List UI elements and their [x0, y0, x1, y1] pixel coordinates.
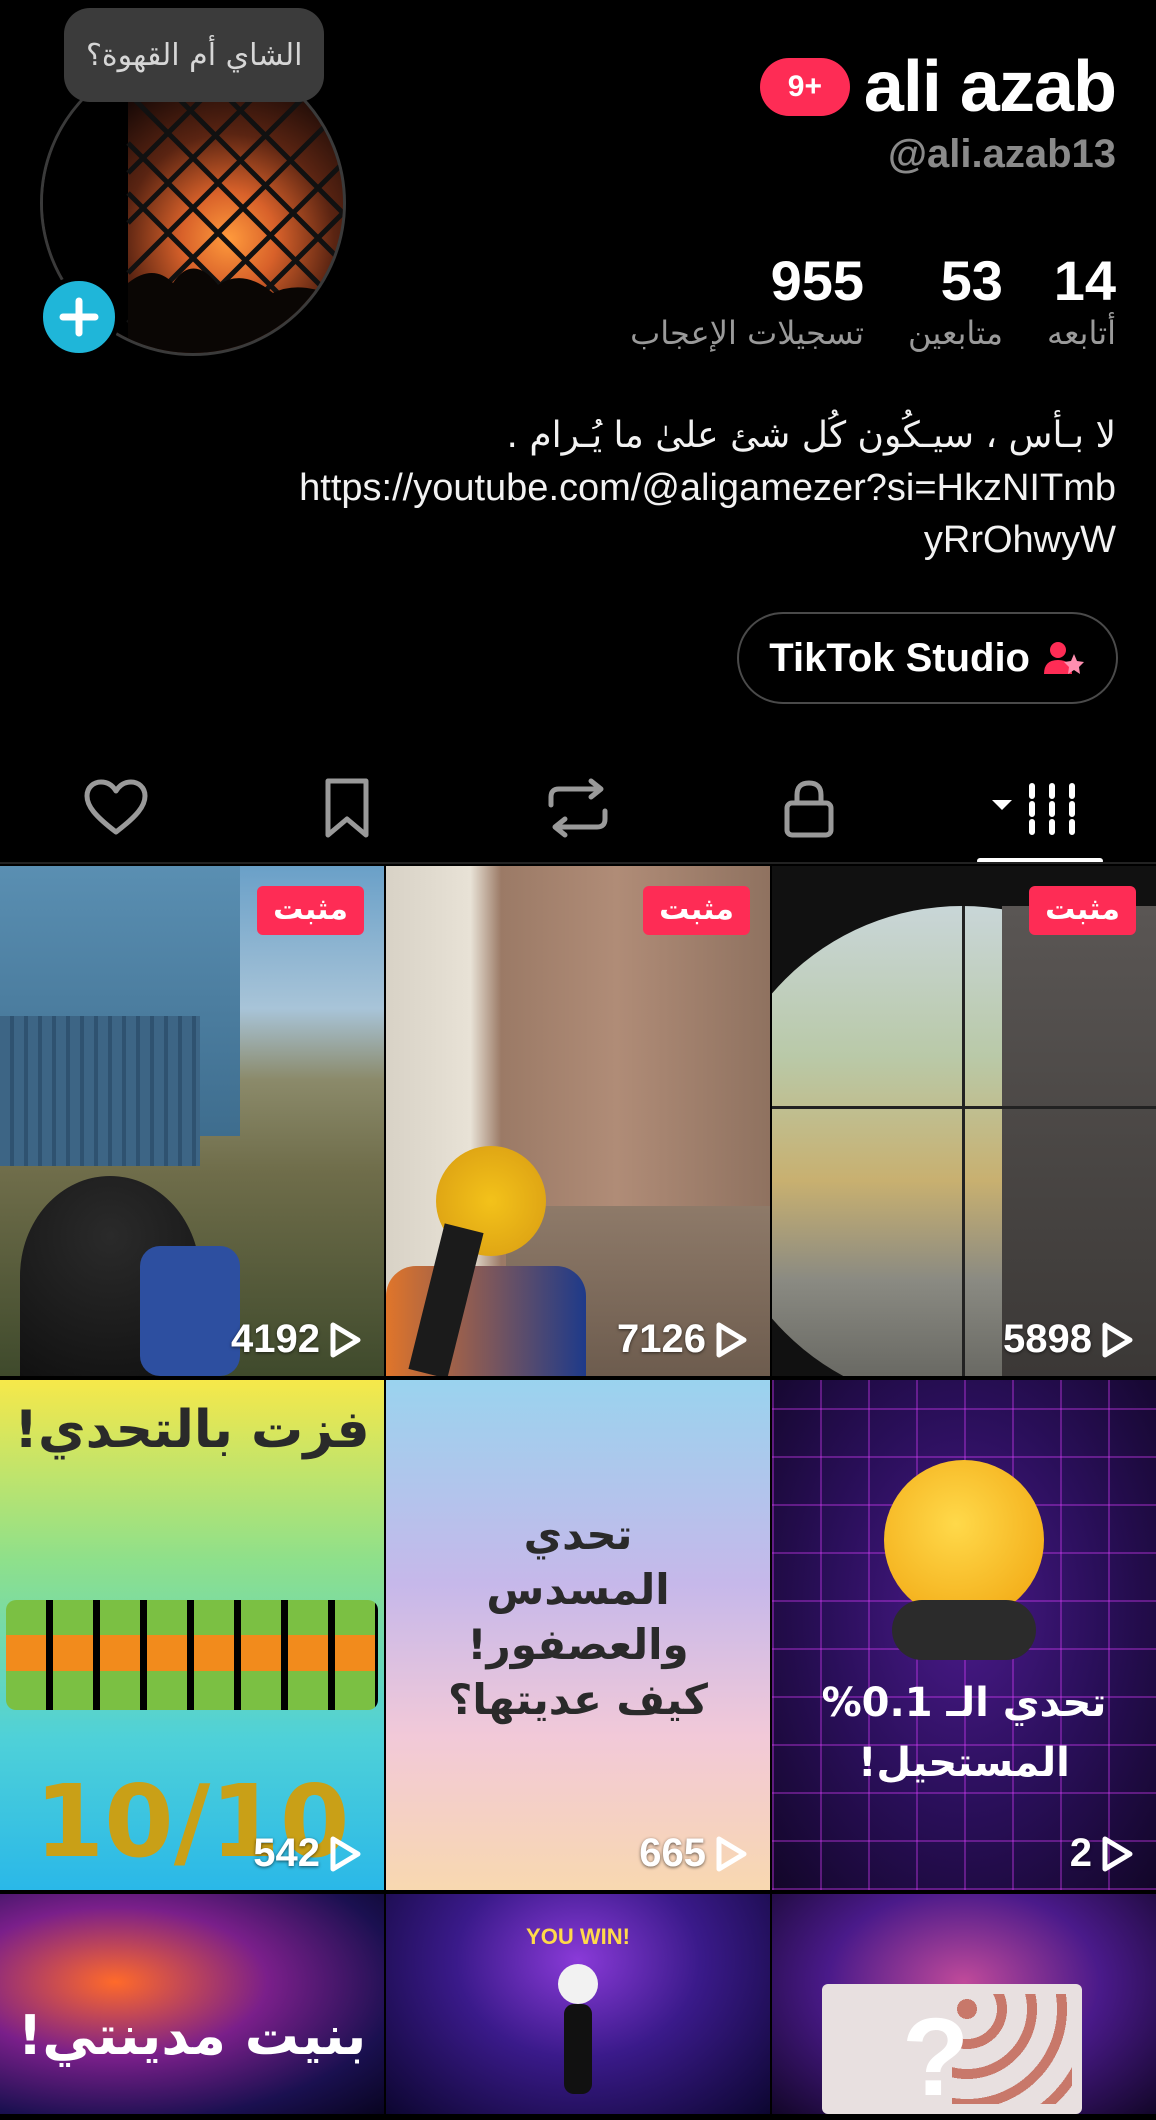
- view-count: 2: [1070, 1831, 1134, 1876]
- video-tile[interactable]: مثبت 4192: [0, 866, 384, 1376]
- video-tile[interactable]: بنيت مدينتي!: [0, 1894, 384, 2114]
- divider: [0, 862, 1156, 864]
- video-tile[interactable]: تحدي الـ 0.1% المستحيل! 2: [772, 1380, 1156, 1890]
- pinned-badge: مثبت: [643, 886, 750, 935]
- name-row: 9+ ali azab: [759, 46, 1117, 128]
- play-icon: [330, 1836, 361, 1871]
- pinned-badge: مثبت: [1029, 886, 1136, 935]
- thumbnail-title: ?: [902, 1996, 970, 2114]
- stat-label: أتابعه: [1046, 314, 1116, 352]
- username: @ali.azab13: [887, 132, 1116, 176]
- thumbnail-title: YOU WIN!: [526, 1924, 630, 1949]
- bookmark-icon: [325, 778, 369, 838]
- stat-likes[interactable]: 955 تسجيلات الإعجاب: [630, 249, 865, 353]
- play-icon: [330, 1322, 361, 1357]
- thumbnail-title: والعصفور!: [467, 1620, 689, 1669]
- lock-icon: [784, 780, 834, 838]
- video-tile[interactable]: YOU WIN!: [386, 1894, 770, 2114]
- tab-reposts[interactable]: [462, 752, 693, 864]
- play-icon: [716, 1322, 747, 1357]
- view-count-value: 2: [1069, 1831, 1092, 1875]
- stat-value: 53: [940, 249, 1003, 312]
- studio-label: TikTok Studio: [769, 635, 1030, 680]
- stat-label: متابعين: [908, 314, 1003, 352]
- video-tile[interactable]: مثبت 7126: [386, 866, 770, 1376]
- plus-icon: [59, 297, 99, 337]
- bio-link[interactable]: https://youtube.com/@aligamezer?si=HkzNI…: [296, 462, 1116, 566]
- view-count: 7126: [617, 1317, 748, 1362]
- play-icon: [1102, 1836, 1133, 1871]
- stat-followers[interactable]: 53 متابعين: [908, 249, 1003, 353]
- stats-row: 14 أتابعه 53 متابعين 955 تسجيلات الإعجاب: [630, 249, 1116, 353]
- video-grid: مثبت 4192 مثبت 7126 مثبت 5898 فزت بالتحد…: [0, 866, 1156, 2114]
- stat-value: 14: [1053, 249, 1116, 312]
- chevron-down-icon: [992, 800, 1013, 810]
- view-count-value: 4192: [231, 1317, 320, 1361]
- view-count: 4192: [231, 1317, 362, 1362]
- view-count: 665: [639, 1831, 748, 1876]
- view-count-value: 542: [253, 1831, 320, 1875]
- display-name: ali azab: [863, 47, 1117, 127]
- grid-icon: [992, 783, 1076, 835]
- video-tile[interactable]: فزت بالتحدي! 10/10 542: [0, 1380, 384, 1890]
- stat-label: تسجيلات الإعجاب: [630, 314, 865, 352]
- thumbnail-title: المسدس: [486, 1565, 670, 1614]
- thumbnail-title: كيف عديتها؟: [448, 1675, 708, 1724]
- tab-favorites[interactable]: [231, 752, 462, 864]
- view-count-value: 7126: [617, 1317, 706, 1361]
- view-count-value: 665: [639, 1831, 706, 1875]
- studio-icon: [1044, 642, 1084, 674]
- profile-tabs: [0, 752, 1156, 864]
- tab-liked[interactable]: [0, 752, 231, 864]
- thumbnail-title: المستحيل!: [858, 1740, 1070, 1786]
- pinned-badge: مثبت: [257, 886, 364, 935]
- tiktok-studio-button[interactable]: TikTok Studio: [737, 612, 1118, 704]
- tab-private[interactable]: [694, 752, 925, 864]
- thumbnail-title: فزت بالتحدي!: [14, 1400, 370, 1460]
- note-bubble[interactable]: الشاي أم القهوة؟: [64, 8, 325, 102]
- video-tile[interactable]: تحدي المسدس والعصفور! كيف عديتها؟ 665: [386, 1380, 770, 1890]
- thumbnail-title: تحدي الـ 0.1%: [821, 1680, 1107, 1726]
- thumbnail-title: تحدي: [523, 1510, 633, 1559]
- play-icon: [716, 1836, 747, 1871]
- view-count: 5898: [1003, 1317, 1134, 1362]
- notification-badge[interactable]: 9+: [759, 58, 850, 116]
- heart-icon: [84, 779, 148, 835]
- play-icon: [1102, 1322, 1133, 1357]
- video-tile[interactable]: مثبت 5898: [772, 866, 1156, 1376]
- stat-following[interactable]: 14 أتابعه: [1046, 249, 1116, 353]
- video-tile[interactable]: ?: [772, 1894, 1156, 2114]
- view-count-value: 5898: [1003, 1317, 1092, 1361]
- bio: لا بـأس ، سيـكُون كُل شئ علىٰ ما يُـرام …: [296, 410, 1116, 566]
- add-story-button[interactable]: [38, 276, 120, 358]
- view-count: 542: [253, 1831, 362, 1876]
- repost-icon: [548, 778, 608, 838]
- tab-videos[interactable]: [925, 752, 1156, 864]
- thumbnail-title: بنيت مدينتي!: [17, 2004, 367, 2067]
- bio-text: لا بـأس ، سيـكُون كُل شئ علىٰ ما يُـرام …: [506, 415, 1116, 456]
- stat-value: 955: [770, 249, 865, 312]
